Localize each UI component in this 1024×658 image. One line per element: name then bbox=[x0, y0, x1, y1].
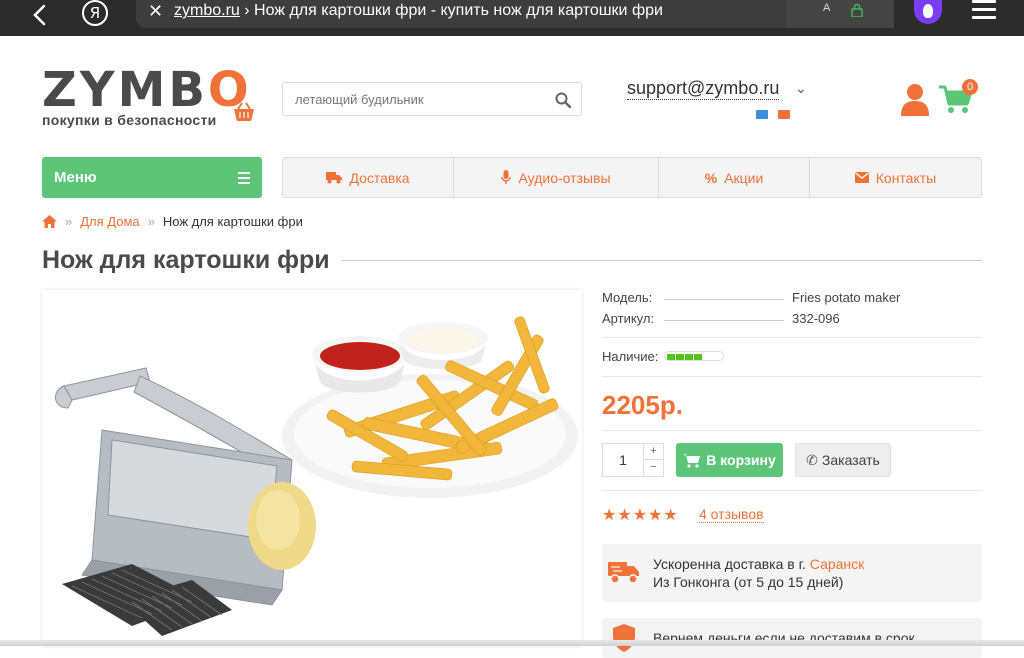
quantity-stepper: 1 + − bbox=[602, 443, 664, 477]
yandex-icon[interactable]: Я bbox=[82, 0, 108, 26]
nav-item-audio-reviews[interactable]: Аудио-отзывы bbox=[454, 158, 659, 197]
order-by-phone-button[interactable]: ✆ Заказать bbox=[795, 443, 891, 477]
nav-item-promotions[interactable]: % Акции bbox=[659, 158, 810, 197]
model-label: Модель: bbox=[602, 290, 653, 305]
alice-assistant-icon[interactable] bbox=[914, 0, 942, 24]
home-icon[interactable] bbox=[42, 215, 57, 228]
nav-label: Доставка bbox=[349, 169, 410, 186]
cart-count-badge: 0 bbox=[962, 79, 978, 95]
nav-item-delivery[interactable]: Доставка bbox=[283, 158, 454, 197]
quantity-decrease-button[interactable]: − bbox=[643, 460, 663, 476]
page-title: Нож для картошки фри bbox=[42, 246, 330, 274]
availability-label: Наличие: bbox=[602, 349, 659, 364]
divider bbox=[602, 376, 982, 377]
menu-label: Меню bbox=[54, 169, 97, 186]
mail-blue-icon[interactable] bbox=[756, 110, 768, 119]
title-divider bbox=[342, 260, 982, 261]
dotted-leader bbox=[664, 299, 784, 300]
phone-icon: ✆ bbox=[806, 451, 818, 468]
microphone-icon bbox=[501, 170, 512, 184]
rating-stars: ★★★★★ bbox=[602, 507, 679, 524]
dotted-leader bbox=[664, 320, 784, 321]
url-domain: zymbo.ru bbox=[174, 2, 240, 19]
delivery-info: Ускоренна доставка в г. Саранск Из Гонко… bbox=[602, 544, 982, 602]
breadcrumb-link-category[interactable]: Для Дома bbox=[80, 214, 139, 229]
guarantee-info: Вернем деньги если не доставим в срок bbox=[602, 618, 982, 658]
breadcrumb-separator: » bbox=[65, 214, 73, 229]
order-label: Заказать bbox=[821, 452, 880, 468]
model-value: Fries potato maker bbox=[792, 290, 901, 305]
nav-label: Контакты bbox=[875, 169, 937, 186]
nav-label: Аудио-отзывы bbox=[518, 169, 611, 186]
breadcrumb: » Для Дома » Нож для картошки фри bbox=[42, 214, 303, 229]
close-icon[interactable]: ✕ bbox=[148, 1, 163, 22]
cart-small-icon bbox=[683, 453, 701, 468]
quantity-increase-button[interactable]: + bbox=[643, 444, 663, 460]
truck-icon bbox=[326, 172, 343, 184]
browser-toolbar: Я ✕ zymbo.ru › Нож для картошки фри - ку… bbox=[0, 0, 1024, 36]
divider bbox=[602, 430, 982, 431]
basket-icon bbox=[234, 102, 254, 121]
nav-item-contacts[interactable]: Контакты bbox=[810, 158, 981, 197]
url-text[interactable]: zymbo.ru › Нож для картошки фри - купить… bbox=[174, 2, 663, 20]
reader-area bbox=[786, 0, 894, 28]
product-price: 2205р. bbox=[602, 390, 683, 420]
product-photo-illustration bbox=[55, 316, 578, 636]
delivery-line-1: Ускоренна доставка в г. Саранск bbox=[653, 556, 865, 572]
screen-bottom-edge bbox=[0, 640, 1024, 646]
product-image[interactable] bbox=[42, 290, 582, 646]
back-arrow-icon[interactable] bbox=[30, 4, 50, 26]
search-icon[interactable] bbox=[555, 92, 571, 108]
lock-icon bbox=[851, 3, 863, 17]
quantity-input[interactable]: 1 bbox=[603, 444, 643, 476]
contact-icons bbox=[756, 106, 800, 124]
support-email[interactable]: support@zymbo.ru bbox=[627, 78, 780, 100]
mail-orange-icon[interactable] bbox=[778, 110, 790, 119]
truck-icon bbox=[608, 562, 639, 584]
browser-menu-icon[interactable] bbox=[972, 0, 996, 20]
logo-word: ZYMBO bbox=[42, 62, 252, 118]
search-input[interactable] bbox=[283, 83, 543, 115]
reader-mode-icon[interactable]: A bbox=[823, 2, 830, 14]
add-to-cart-button[interactable]: В корзину bbox=[676, 443, 783, 477]
delivery-line-2: Из Гонконга (от 5 до 15 дней) bbox=[653, 574, 844, 590]
percent-icon: % bbox=[704, 169, 718, 186]
shield-icon bbox=[613, 624, 635, 652]
search-box bbox=[282, 82, 582, 116]
divider bbox=[602, 337, 982, 338]
site-logo[interactable]: ZYMBO покупки в безопасности bbox=[42, 62, 262, 128]
breadcrumb-separator: » bbox=[147, 214, 155, 229]
reviews-link[interactable]: 4 отзывов bbox=[699, 506, 764, 523]
sku-value: 332-096 bbox=[792, 311, 840, 326]
nav-label: Акции bbox=[724, 169, 764, 186]
hamburger-icon bbox=[238, 172, 250, 187]
menu-button[interactable]: Меню bbox=[42, 157, 262, 198]
delivery-city[interactable]: Саранск bbox=[810, 556, 864, 572]
top-navigation: Доставка Аудио-отзывы % Акции Контакты bbox=[282, 157, 982, 198]
envelope-icon bbox=[854, 172, 869, 183]
divider bbox=[602, 490, 982, 491]
user-icon[interactable] bbox=[900, 82, 930, 116]
add-to-cart-label: В корзину bbox=[706, 452, 776, 468]
availability-bar bbox=[664, 351, 724, 361]
chevron-down-icon[interactable]: ⌄ bbox=[795, 80, 807, 97]
breadcrumb-current: Нож для картошки фри bbox=[162, 214, 303, 229]
url-page-title: › Нож для картошки фри - купить нож для … bbox=[239, 2, 663, 19]
sku-label: Артикул: bbox=[602, 311, 655, 326]
